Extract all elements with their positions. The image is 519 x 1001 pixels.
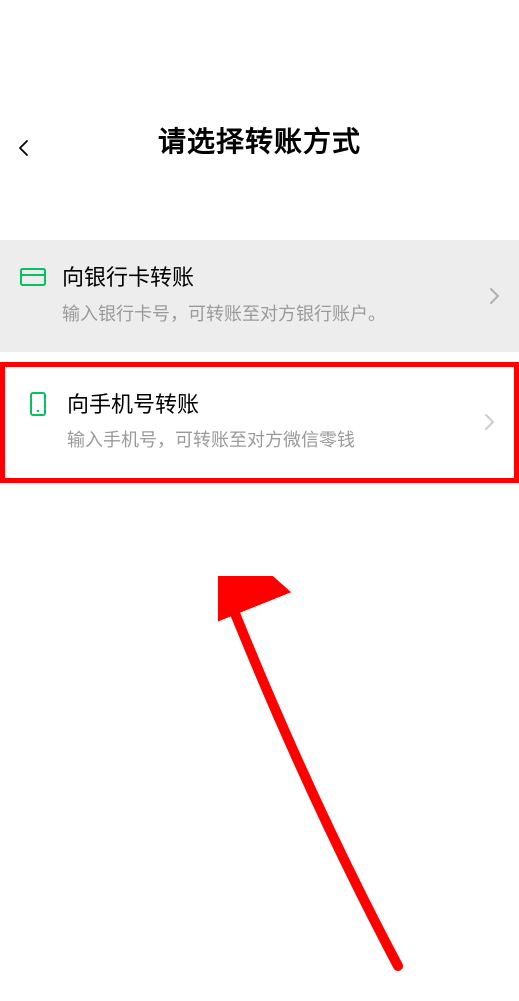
page-title: 请选择转账方式 [0,120,519,160]
option-bank-card[interactable]: 向银行卡转账 输入银行卡号，可转账至对方银行账户。 [0,240,519,352]
chevron-right-icon [489,287,501,305]
chevron-left-icon [14,138,34,158]
option-desc: 输入银行卡号，可转账至对方银行账户。 [62,301,475,328]
option-title: 向手机号转账 [67,391,470,420]
back-button[interactable] [14,138,34,158]
card-icon [20,264,46,290]
annotation-arrow [218,576,418,981]
option-phone-number[interactable]: 向手机号转账 输入手机号，可转账至对方微信零钱 [0,362,519,484]
option-desc: 输入手机号，可转账至对方微信零钱 [67,427,470,454]
option-text: 向手机号转账 输入手机号，可转账至对方微信零钱 [67,391,494,455]
options-list: 向银行卡转账 输入银行卡号，可转账至对方银行账户。 向手机号转账 输入手机号，可… [0,240,519,483]
option-title: 向银行卡转账 [62,264,475,293]
phone-icon [25,391,51,417]
chevron-right-icon [484,413,496,431]
option-text: 向银行卡转账 输入银行卡号，可转账至对方银行账户。 [62,264,499,328]
